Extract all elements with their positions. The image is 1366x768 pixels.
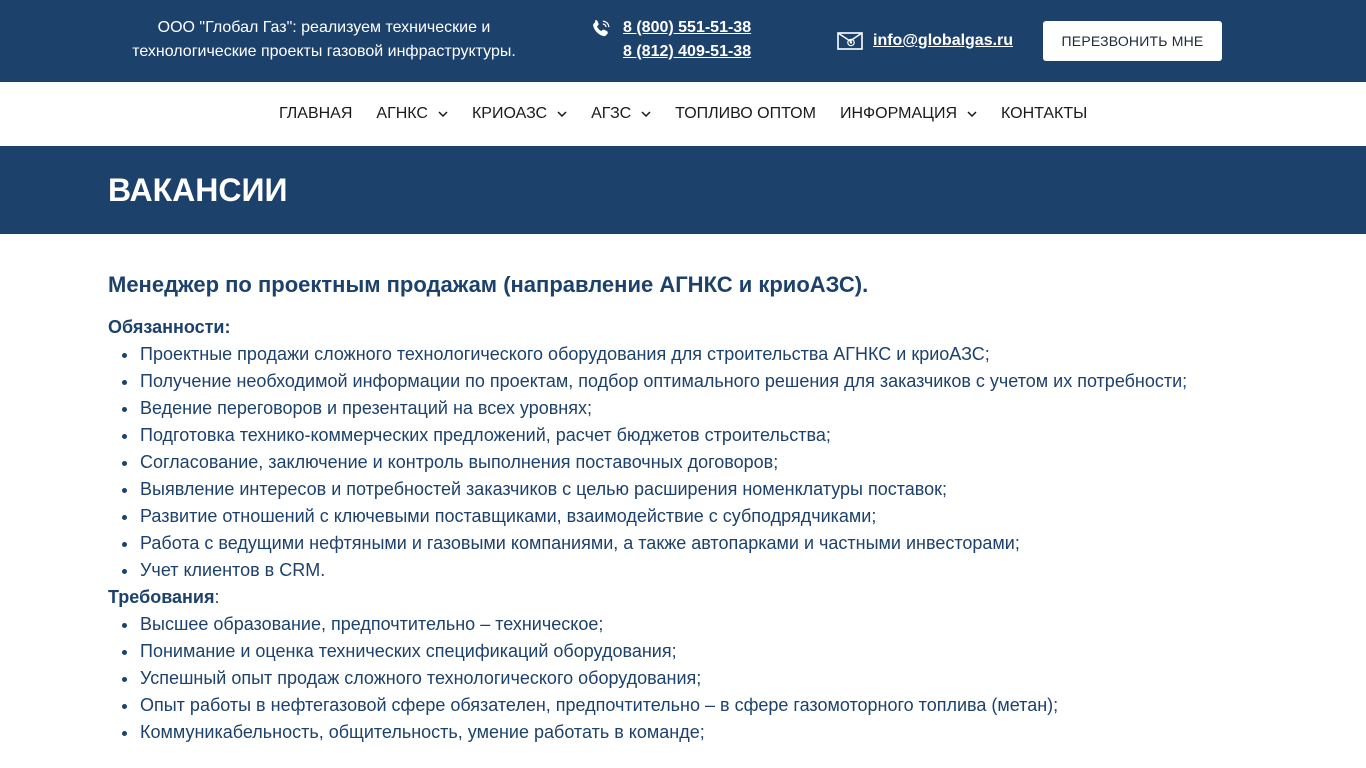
phone-link-1[interactable]: 8 (800) 551-51-38 [623, 16, 751, 40]
page-banner: ВАКАНСИИ [0, 146, 1366, 234]
nav-item-home[interactable]: ГЛАВНАЯ [279, 105, 352, 123]
nav-item-agnks[interactable]: АГНКС [376, 105, 448, 123]
chevron-down-icon [967, 111, 977, 117]
nav-item-label: АГЗС [591, 105, 632, 122]
list-item: Коммуникабельность, общительность, умени… [108, 719, 1258, 746]
nav-list: ГЛАВНАЯ АГНКС КРИОАЗС АГЗС ТОПЛИВО ОПТОМ… [279, 82, 1087, 146]
chevron-down-icon [641, 111, 651, 117]
list-item: Выявление интересов и потребностей заказ… [108, 476, 1258, 503]
list-item: Получение необходимой информации по прое… [108, 368, 1258, 395]
vacancy-title: Менеджер по проектным продажам (направле… [108, 272, 869, 297]
top-bar: ООО "Глобал Газ": реализуем технические … [0, 0, 1366, 82]
nav-item-information[interactable]: ИНФОРМАЦИЯ [840, 105, 977, 123]
list-item: Высшее образование, предпочтительно – те… [108, 611, 1258, 638]
list-item: Понимание и оценка технических специфика… [108, 638, 1258, 665]
list-item: Проектные продажи сложного технологическ… [108, 341, 1258, 368]
chevron-down-icon [557, 111, 567, 117]
nav-item-agzs[interactable]: АГЗС [591, 105, 651, 123]
list-item: Учет клиентов в CRM. [108, 557, 1258, 584]
main-nav: ГЛАВНАЯ АГНКС КРИОАЗС АГЗС ТОПЛИВО ОПТОМ… [0, 82, 1366, 146]
requirements-list: Высшее образование, предпочтительно – те… [108, 611, 1258, 746]
nav-item-label: ТОПЛИВО ОПТОМ [675, 105, 816, 122]
nav-item-label: ГЛАВНАЯ [279, 105, 353, 122]
requirements-heading-colon: : [214, 587, 220, 607]
list-item: Работа с ведущими нефтяными и газовыми к… [108, 530, 1258, 557]
callback-button[interactable]: ПЕРЕЗВОНИТЬ МНЕ [1043, 21, 1222, 61]
chevron-down-icon [438, 111, 448, 117]
duties-heading: Обязанности: [108, 317, 231, 337]
phone-link-2[interactable]: 8 (812) 409-51-38 [623, 40, 751, 64]
duties-list: Проектные продажи сложного технологическ… [108, 341, 1258, 584]
list-item: Согласование, заключение и контроль выпо… [108, 449, 1258, 476]
nav-item-label: ИНФОРМАЦИЯ [839, 105, 957, 122]
list-item: Развитие отношений с ключевыми поставщик… [108, 503, 1258, 530]
requirements-heading-text: Требования [108, 587, 215, 607]
nav-item-contacts[interactable]: КОНТАКТЫ [1001, 105, 1087, 123]
vacancy-content: Менеджер по проектным продажам (направле… [108, 268, 1258, 746]
nav-item-label: КОНТАКТЫ [1001, 105, 1088, 122]
page-title: ВАКАНСИИ [108, 172, 288, 208]
email-link[interactable]: info@globalgas.ru [873, 29, 1013, 53]
list-item: Успешный опыт продаж сложного технологич… [108, 665, 1258, 692]
requirements-heading: Требования: [108, 584, 1258, 611]
nav-item-krioazs[interactable]: КРИОАЗС [472, 105, 567, 123]
nav-item-label: АГНКС [376, 105, 428, 122]
envelope-icon [837, 32, 863, 50]
nav-item-wholesale-fuel[interactable]: ТОПЛИВО ОПТОМ [675, 105, 816, 123]
company-tagline: ООО "Глобал Газ": реализуем технические … [132, 19, 516, 60]
list-item: Ведение переговоров и презентаций на все… [108, 395, 1258, 422]
phone-icon [593, 19, 610, 37]
list-item: Опыт работы в нефтегазовой сфере обязате… [108, 692, 1258, 719]
list-item: Подготовка технико-коммерческих предложе… [108, 422, 1258, 449]
nav-item-label: КРИОАЗС [471, 105, 548, 122]
